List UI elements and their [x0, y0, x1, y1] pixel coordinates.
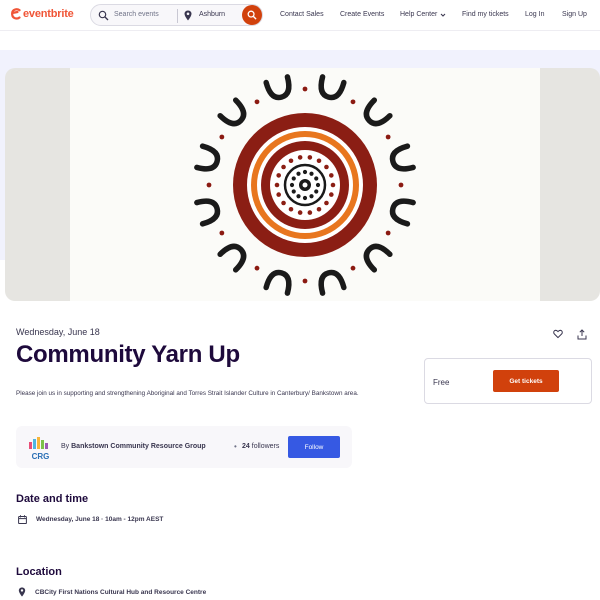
share-icon[interactable] [577, 329, 587, 340]
nav-contact-sales[interactable]: Contact Sales [280, 11, 324, 18]
location-heading: Location [16, 566, 62, 578]
date-time-row: Wednesday, June 18 · 10am - 12pm AEST [18, 515, 163, 524]
heart-icon[interactable] [553, 329, 563, 339]
location-row: CBCity First Nations Cultural Hub and Re… [18, 587, 206, 597]
event-title: Community Yarn Up [16, 341, 240, 368]
location-pin-icon [184, 10, 192, 21]
follow-button[interactable]: Follow [288, 436, 340, 458]
search-divider [177, 9, 178, 23]
search-bar[interactable]: Search events Ashburn [90, 4, 263, 26]
followers-count: 24 [242, 443, 250, 450]
ticket-price: Free [433, 378, 450, 387]
date-time-heading: Date and time [16, 493, 89, 505]
date-time-value: Wednesday, June 18 · 10am - 12pm AEST [36, 516, 164, 523]
nav-log-in[interactable]: Log In [525, 11, 544, 18]
location-input[interactable]: Ashburn [199, 11, 225, 18]
location-pin-icon [18, 587, 26, 597]
eventbrite-logo-icon [11, 8, 21, 20]
ticket-card: Free Get tickets [424, 358, 592, 404]
get-tickets-button[interactable]: Get tickets [493, 370, 559, 392]
search-input[interactable]: Search events [114, 11, 159, 18]
nav-help-center-label: Help Center [400, 11, 438, 18]
aboriginal-art-icon [194, 74, 416, 296]
search-submit-button[interactable] [242, 5, 262, 25]
event-hero [5, 68, 600, 301]
top-nav-bar: eventbrite Search events Ashburn Contact… [0, 0, 600, 31]
organizer-avatar[interactable]: CRG [27, 435, 54, 461]
separator-dot: • [234, 442, 237, 451]
nav-sign-up[interactable]: Sign Up [562, 11, 587, 18]
nav-find-tickets[interactable]: Find my tickets [462, 11, 509, 18]
chevron-down-icon [440, 13, 446, 17]
brand-name: eventbrite [23, 8, 74, 20]
calendar-icon [18, 515, 27, 524]
organizer-logo-text: CRG [32, 452, 50, 461]
organizer-by-label: By [61, 443, 70, 450]
followers-label: followers [251, 443, 280, 450]
organizer-byline: By Bankstown Community Resource Group [61, 443, 206, 450]
event-banner-image [70, 68, 540, 301]
event-date: Wednesday, June 18 [16, 327, 100, 337]
location-venue[interactable]: CBCity First Nations Cultural Hub and Re… [35, 589, 206, 596]
nav-create-events[interactable]: Create Events [340, 11, 384, 18]
search-icon [98, 10, 109, 21]
eventbrite-logo[interactable]: eventbrite [11, 8, 74, 20]
search-icon [247, 10, 257, 20]
event-summary: Please join us in supporting and strengt… [16, 390, 359, 397]
organizer-name[interactable]: Bankstown Community Resource Group [71, 443, 206, 450]
nav-help-center[interactable]: Help Center [400, 11, 446, 18]
organizer-followers: 24 followers [242, 443, 279, 450]
organizer-card: CRG By Bankstown Community Resource Grou… [16, 426, 352, 468]
